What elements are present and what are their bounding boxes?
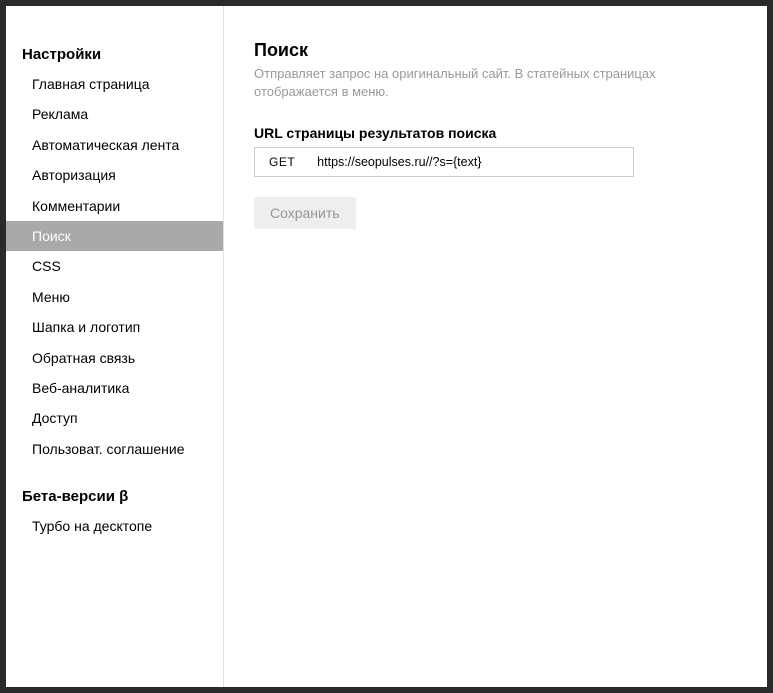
sidebar-item-label: Пользоват. соглашение: [32, 441, 185, 457]
sidebar-item-menu[interactable]: Меню: [6, 282, 223, 312]
sidebar-item-label: CSS: [32, 258, 61, 274]
url-input[interactable]: [309, 148, 633, 176]
sidebar-section-beta: Бета-версии β: [6, 478, 223, 511]
url-input-row: GET: [254, 147, 634, 177]
http-method: GET: [255, 155, 309, 169]
sidebar-item-label: Шапка и логотип: [32, 319, 140, 335]
app-frame: Настройки Главная страница Реклама Автом…: [6, 6, 767, 687]
sidebar-item-analytics[interactable]: Веб-аналитика: [6, 373, 223, 403]
sidebar: Настройки Главная страница Реклама Автом…: [6, 6, 224, 687]
sidebar-item-label: Поиск: [32, 228, 71, 244]
sidebar-item-label: Веб-аналитика: [32, 380, 129, 396]
sidebar-item-css[interactable]: CSS: [6, 251, 223, 281]
sidebar-item-label: Меню: [32, 289, 70, 305]
sidebar-item-ads[interactable]: Реклама: [6, 99, 223, 129]
sidebar-item-search[interactable]: Поиск: [6, 221, 223, 251]
sidebar-item-comments[interactable]: Комментарии: [6, 191, 223, 221]
page-description: Отправляет запрос на оригинальный сайт. …: [254, 65, 734, 101]
page-title: Поиск: [254, 40, 737, 61]
sidebar-item-label: Реклама: [32, 106, 88, 122]
sidebar-item-terms[interactable]: Пользоват. соглашение: [6, 434, 223, 464]
sidebar-item-label: Авторизация: [32, 167, 116, 183]
sidebar-item-label: Главная страница: [32, 76, 150, 92]
sidebar-section-settings: Настройки: [6, 36, 223, 69]
sidebar-item-label: Доступ: [32, 410, 78, 426]
main-content: Поиск Отправляет запрос на оригинальный …: [224, 6, 767, 687]
url-field-label: URL страницы результатов поиска: [254, 125, 737, 141]
sidebar-item-label: Турбо на десктопе: [32, 518, 152, 534]
sidebar-item-label: Комментарии: [32, 198, 120, 214]
sidebar-item-label: Обратная связь: [32, 350, 135, 366]
sidebar-item-auth[interactable]: Авторизация: [6, 160, 223, 190]
sidebar-item-feedback[interactable]: Обратная связь: [6, 343, 223, 373]
sidebar-item-label: Автоматическая лента: [32, 137, 179, 153]
sidebar-item-autofeed[interactable]: Автоматическая лента: [6, 130, 223, 160]
sidebar-item-access[interactable]: Доступ: [6, 403, 223, 433]
sidebar-item-turbo-desktop[interactable]: Турбо на десктопе: [6, 511, 223, 541]
save-button[interactable]: Сохранить: [254, 197, 356, 229]
sidebar-item-home[interactable]: Главная страница: [6, 69, 223, 99]
sidebar-item-header-logo[interactable]: Шапка и логотип: [6, 312, 223, 342]
